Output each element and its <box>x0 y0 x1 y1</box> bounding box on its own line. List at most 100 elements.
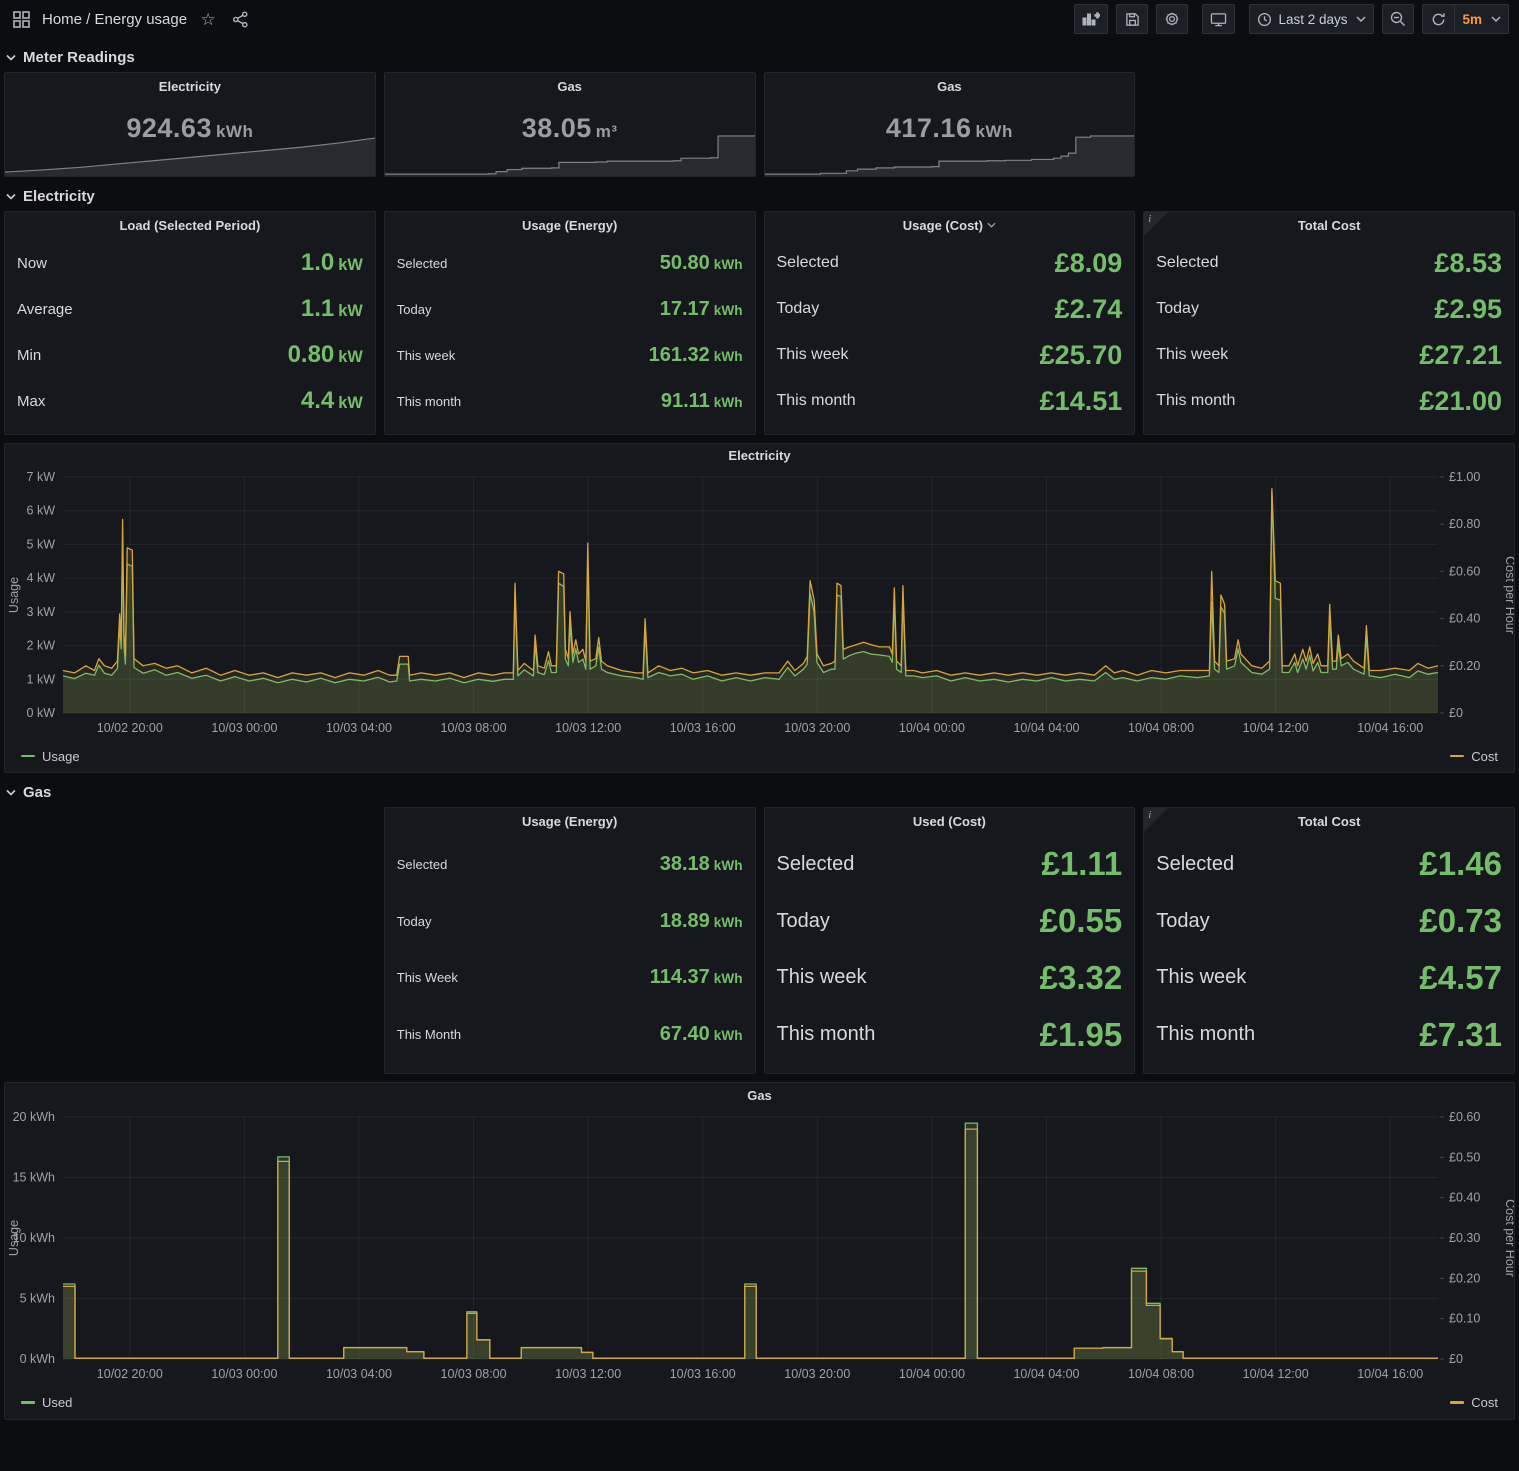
svg-text:3 kW: 3 kW <box>27 605 56 619</box>
panel-title[interactable]: Gas <box>5 1083 1514 1107</box>
section-title: Gas <box>23 784 51 801</box>
panel-gas-used-cost: Used (Cost) Selected£1.11 Today £0.55 This … <box>764 807 1136 1074</box>
stat-label: Min <box>17 347 41 364</box>
gas-stats-row: Usage (Energy) Selected38.18kWhToday18.8… <box>4 807 1515 1074</box>
stat-label: Now <box>17 255 47 272</box>
section-title: Meter Readings <box>23 49 135 66</box>
svg-text:0 kW: 0 kW <box>27 706 56 720</box>
empty-grid-cell <box>1143 72 1515 177</box>
panel-title[interactable]: Gas <box>765 73 1135 99</box>
section-header-meter-readings[interactable]: Meter Readings <box>6 44 1513 70</box>
stat-row: This month£14.51 <box>777 378 1123 424</box>
chevron-down-icon <box>1356 16 1366 22</box>
stat-label: This month <box>1156 392 1235 410</box>
stat-label: Today <box>397 914 432 929</box>
svg-text:10/03 12:00: 10/03 12:00 <box>555 721 621 735</box>
panel-title[interactable]: Usage (Energy) <box>385 808 755 834</box>
panel-title[interactable]: Electricity <box>5 73 375 99</box>
stat-row: This month£7.31 <box>1156 1006 1502 1063</box>
time-range-picker[interactable]: Last 2 days <box>1249 4 1374 34</box>
svg-text:£0.30: £0.30 <box>1449 1231 1480 1245</box>
svg-text:4 kW: 4 kW <box>27 571 56 585</box>
stat-label: Today <box>1156 300 1199 318</box>
stat-label: This Week <box>397 970 458 985</box>
panel-title[interactable]: Usage (Energy) <box>385 212 755 238</box>
stat-value: 67.40kWh <box>660 1023 743 1046</box>
svg-text:10/03 00:00: 10/03 00:00 <box>211 721 277 735</box>
panel-info-corner-icon[interactable]: i <box>1144 808 1168 832</box>
share-icon[interactable] <box>229 8 251 30</box>
stat-row: This week£4.57 <box>1156 950 1502 1007</box>
stat-value: £0.73 <box>1419 902 1502 940</box>
svg-text:10/04 04:00: 10/04 04:00 <box>1013 721 1079 735</box>
stat-label: Today <box>777 300 820 318</box>
svg-text:10/04 16:00: 10/04 16:00 <box>1357 721 1423 735</box>
panel-title[interactable]: Electricity <box>5 444 1514 467</box>
panel-title[interactable]: Usage (Cost) <box>765 212 1135 238</box>
stat-value: £8.53 <box>1434 248 1502 279</box>
zoom-out-time-button[interactable] <box>1382 4 1414 34</box>
section-header-gas[interactable]: Gas <box>6 779 1513 805</box>
panel-info-corner-icon[interactable]: i <box>1144 212 1168 236</box>
gas-used-cost-chart[interactable]: 0 kWh5 kWh10 kWh15 kWh20 kWh10/02 20:001… <box>5 1107 1514 1392</box>
panel-title[interactable]: Gas <box>385 73 755 99</box>
meter-readings-row: Electricity 924.63kWh Gas 38.05m³ Gas 41… <box>4 72 1515 177</box>
legend-item-used[interactable]: Used <box>21 1395 72 1410</box>
stat-row: Selected£8.53 <box>1156 240 1502 286</box>
panel-usage-energy: Usage (Energy) Selected50.80kWhToday17.1… <box>384 211 756 435</box>
meter-panel-electricity: Electricity 924.63kWh <box>4 72 376 177</box>
panel-title[interactable]: Total Cost <box>1144 212 1514 238</box>
add-panel-button[interactable] <box>1074 4 1108 34</box>
stat-value: £2.95 <box>1434 294 1502 325</box>
stat-label: Today <box>777 910 830 933</box>
breadcrumb[interactable]: Home / Energy usage <box>42 11 187 28</box>
section-header-electricity[interactable]: Electricity <box>6 183 1513 209</box>
chevron-down-icon <box>1491 16 1501 22</box>
apps-grid-icon[interactable] <box>10 8 32 30</box>
stat-label: Selected <box>397 256 448 271</box>
stat-value: 0.80kW <box>288 341 363 369</box>
svg-text:Cost per Hour: Cost per Hour <box>1503 556 1514 634</box>
navbar: Home / Energy usage ☆ <box>0 0 1519 38</box>
svg-text:£0: £0 <box>1449 1352 1463 1366</box>
stat-value: £0.55 <box>1040 902 1123 940</box>
refresh-button[interactable] <box>1422 4 1454 34</box>
stat-row: Selected50.80kWh <box>397 240 743 286</box>
svg-text:£0.10: £0.10 <box>1449 1312 1480 1326</box>
star-icon[interactable]: ☆ <box>197 8 219 30</box>
panel-title[interactable]: Total Cost <box>1144 808 1514 834</box>
legend-item-cost[interactable]: Cost <box>1450 749 1498 764</box>
legend-item-usage[interactable]: Usage <box>21 749 80 764</box>
stat-row: Selected£1.11 <box>777 836 1123 893</box>
meter-value: 38.05m³ <box>385 113 755 144</box>
svg-text:10/04 08:00: 10/04 08:00 <box>1128 721 1194 735</box>
svg-text:10/04 00:00: 10/04 00:00 <box>899 1367 965 1381</box>
stat-row: This week£3.32 <box>777 950 1123 1007</box>
panel-title[interactable]: Load (Selected Period) <box>5 212 375 238</box>
electricity-usage-cost-chart[interactable]: 0 kW1 kW2 kW3 kW4 kW5 kW6 kW7 kW10/02 20… <box>5 467 1514 746</box>
svg-text:1 kW: 1 kW <box>27 673 56 687</box>
dashboard-settings-button[interactable] <box>1156 4 1188 34</box>
stat-row: This week£27.21 <box>1156 332 1502 378</box>
svg-text:10/03 08:00: 10/03 08:00 <box>441 721 507 735</box>
stat-value: £1.11 <box>1041 845 1122 883</box>
panel-title[interactable]: Used (Cost) <box>765 808 1135 834</box>
svg-text:Usage: Usage <box>7 1220 21 1256</box>
stat-label: Today <box>1156 910 1209 933</box>
stat-row: This Week114.37kWh <box>397 950 743 1007</box>
stat-value: £1.46 <box>1419 845 1502 883</box>
svg-text:10/03 08:00: 10/03 08:00 <box>441 1367 507 1381</box>
legend-item-cost[interactable]: Cost <box>1450 1395 1498 1410</box>
usage-series-dash <box>21 755 35 758</box>
svg-text:£0.40: £0.40 <box>1449 1191 1480 1205</box>
meter-value: 417.16kWh <box>765 113 1135 144</box>
tv-mode-button[interactable] <box>1202 4 1235 34</box>
refresh-interval-picker[interactable]: 5m <box>1454 4 1509 34</box>
panel-load-selected-period: Load (Selected Period) Now1.0kWAverage1.… <box>4 211 376 435</box>
stat-label: This week <box>777 346 849 364</box>
save-dashboard-button[interactable] <box>1116 4 1148 34</box>
stat-row: Today£2.74 <box>777 286 1123 332</box>
stat-row: Min 0.80kW <box>17 332 363 378</box>
svg-text:10/03 20:00: 10/03 20:00 <box>784 721 850 735</box>
stat-label: This month <box>777 392 856 410</box>
